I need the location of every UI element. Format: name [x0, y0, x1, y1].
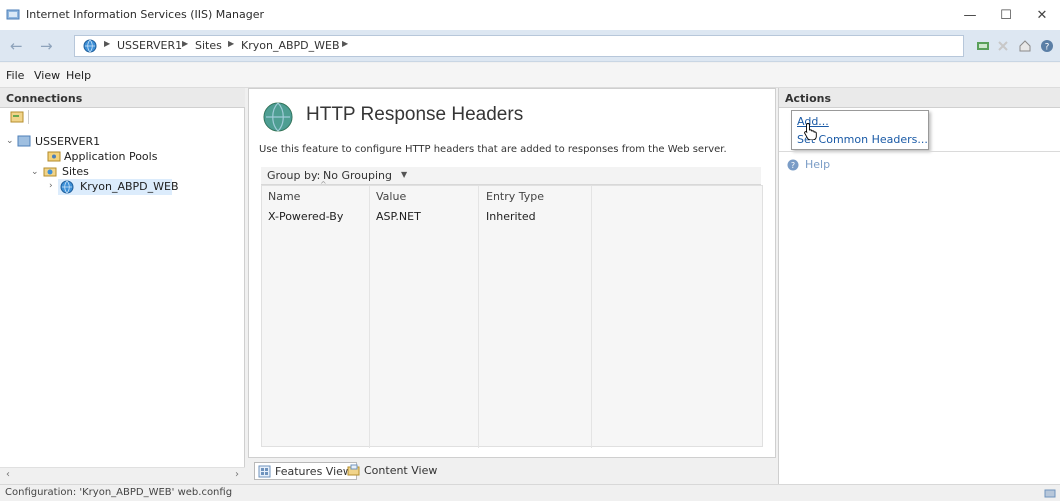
actions-header: Actions — [779, 88, 1060, 108]
menu-bar: File View Help — [0, 63, 1060, 88]
tree-site-selected[interactable]: Kryon_ABPD_WEB — [58, 179, 179, 195]
collapse-sites-icon[interactable]: ⌄ — [31, 167, 39, 177]
breadcrumb[interactable]: ▶ USSERVER1 ▶ Sites ▶ Kryon_ABPD_WEB ▶ — [74, 35, 964, 57]
help-icon[interactable]: ? — [1040, 39, 1054, 53]
network-status-icon — [1044, 489, 1056, 498]
cell-entry-type: Inherited — [486, 210, 536, 223]
column-divider — [591, 186, 592, 448]
chevron-right-icon: ▶ — [228, 39, 235, 48]
column-divider — [369, 186, 370, 448]
breadcrumb-site[interactable]: Kryon_ABPD_WEB — [241, 39, 340, 52]
chevron-right-icon: ▶ — [182, 39, 189, 48]
scroll-left-icon[interactable]: ‹ — [6, 469, 10, 480]
connections-toolbar — [0, 108, 245, 126]
chevron-down-icon[interactable]: ▼ — [401, 170, 407, 179]
feature-content: HTTP Response Headers Use this feature t… — [248, 88, 776, 458]
tab-features-view[interactable]: Features View — [254, 462, 357, 480]
tree-site-label: Kryon_ABPD_WEB — [80, 180, 179, 193]
toolbar-divider — [28, 110, 29, 124]
tree-server[interactable]: USSERVER1 — [35, 135, 100, 148]
connections-header: Connections — [0, 88, 245, 108]
help-link[interactable]: Help — [805, 158, 830, 171]
actions-panel: Actions Add... Set Common Headers... ? H… — [778, 88, 1060, 484]
status-text: Configuration: 'Kryon_ABPD_WEB' web.conf… — [5, 487, 233, 498]
scroll-right-icon[interactable]: › — [235, 469, 239, 480]
column-header-entry-type[interactable]: Entry Type — [486, 190, 544, 203]
page-title: HTTP Response Headers — [306, 104, 524, 125]
tree-application-pools[interactable]: Application Pools — [64, 150, 157, 163]
http-headers-globe-icon — [263, 102, 293, 132]
chevron-right-icon: ▶ — [104, 39, 111, 48]
window-title: Internet Information Services (IIS) Mana… — [26, 8, 264, 21]
status-bar: Configuration: 'Kryon_ABPD_WEB' web.conf… — [0, 484, 1060, 501]
svg-text:?: ? — [1045, 43, 1050, 53]
column-header-name[interactable]: Name — [268, 190, 300, 203]
actions-divider — [779, 151, 1060, 152]
chevron-right-icon: ▶ — [342, 39, 349, 48]
iis-app-icon — [6, 9, 20, 20]
breadcrumb-sites[interactable]: Sites — [195, 39, 222, 52]
menu-help[interactable]: Help — [66, 69, 91, 82]
content-view-icon — [347, 464, 360, 476]
server-icon — [17, 135, 31, 147]
headers-table: ^ Name Value Entry Type X-Powered-By ASP… — [261, 180, 763, 448]
hand-cursor-icon — [804, 123, 817, 140]
svg-text:?: ? — [791, 161, 795, 170]
home-icon[interactable] — [1018, 39, 1032, 53]
connect-icon[interactable] — [976, 39, 990, 53]
collapse-server-icon[interactable]: ⌄ — [6, 136, 14, 146]
breadcrumb-server[interactable]: USSERVER1 — [117, 39, 182, 52]
cell-name: X-Powered-By — [268, 210, 344, 223]
close-button[interactable]: ✕ — [1024, 0, 1060, 30]
group-by-label: Group by: — [267, 169, 321, 182]
connections-panel: Connections ⌄ USSERVER1 Application Pool… — [0, 88, 245, 484]
app-pools-icon — [47, 151, 61, 162]
tab-features-label: Features View — [275, 465, 352, 478]
tree-sites[interactable]: Sites — [62, 165, 89, 178]
tab-content-view[interactable]: Content View — [344, 462, 441, 480]
features-view-icon — [258, 465, 271, 478]
column-header-value[interactable]: Value — [376, 190, 406, 203]
group-by-select[interactable]: No Grouping — [323, 169, 392, 182]
column-divider — [478, 186, 479, 448]
forward-arrow-icon[interactable]: → — [40, 37, 53, 55]
feature-description: Use this feature to configure HTTP heade… — [259, 144, 727, 155]
globe-icon — [60, 180, 74, 194]
horizontal-scrollbar[interactable]: ‹ › — [0, 467, 245, 484]
sites-folder-icon — [43, 167, 57, 177]
menu-view[interactable]: View — [34, 69, 60, 82]
back-arrow-icon[interactable]: ← — [10, 37, 23, 55]
menu-file[interactable]: File — [6, 69, 24, 82]
expand-site-icon[interactable]: › — [49, 181, 53, 191]
create-connection-icon[interactable] — [10, 110, 24, 124]
feature-panel: HTTP Response Headers Use this feature t… — [246, 88, 776, 484]
address-bar: ← → ▶ USSERVER1 ▶ Sites ▶ Kryon_ABPD_WEB… — [0, 30, 1060, 62]
tab-content-label: Content View — [364, 464, 438, 477]
title-bar: Internet Information Services (IIS) Mana… — [0, 0, 1060, 30]
globe-icon — [83, 39, 97, 53]
sort-indicator-icon: ^ — [320, 180, 327, 189]
minimize-button[interactable]: — — [952, 0, 988, 30]
help-icon: ? — [787, 159, 799, 171]
cell-value: ASP.NET — [376, 210, 421, 223]
maximize-button[interactable]: ☐ — [988, 0, 1024, 30]
stop-icon[interactable] — [996, 39, 1010, 53]
group-by-bar: Group by: No Grouping ▼ — [261, 167, 761, 185]
